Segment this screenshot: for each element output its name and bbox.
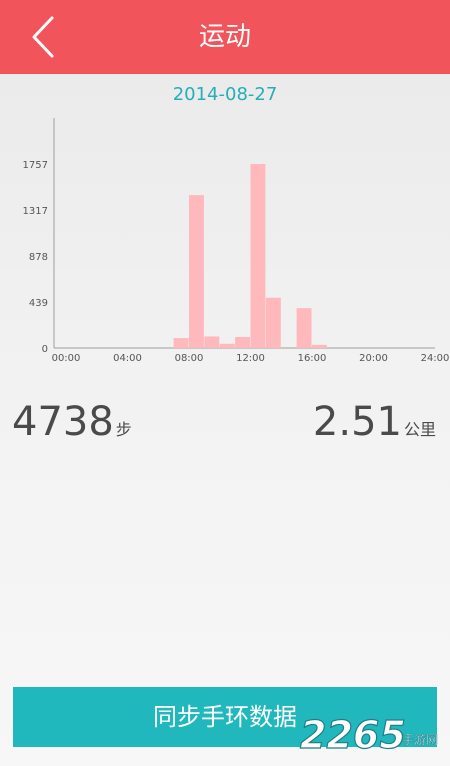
chart-bar [235, 337, 250, 348]
app-header: 运动 [0, 0, 450, 74]
watermark-subtext: 手游网 [402, 733, 438, 747]
watermark-number: 2265 [300, 713, 406, 757]
steps-stat: 4738 步 [12, 396, 132, 452]
x-tick-label: 16:00 [298, 353, 327, 364]
chart-bar [265, 297, 281, 348]
chart-bar [173, 338, 189, 348]
x-tick-label: 12:00 [236, 353, 265, 364]
x-tick-label: 00:00 [52, 353, 81, 364]
site-watermark-logo: 2265 手游网 [299, 712, 438, 757]
steps-value: 4738 [12, 399, 114, 445]
chart-bar [189, 195, 204, 348]
distance-value: 2.51 [312, 399, 402, 445]
page-title: 运动 [198, 22, 251, 52]
y-tick-label: 1317 [23, 206, 48, 217]
x-tick-label: 24:00 [421, 353, 450, 364]
chart-bar [219, 343, 235, 348]
date-label: 2014-08-27 [172, 84, 278, 105]
y-tick-label: 878 [29, 252, 48, 263]
y-tick-label: 439 [29, 298, 48, 309]
distance-stat: 2.51 公里 [313, 396, 436, 452]
x-tick-label: 04:00 [113, 353, 142, 364]
x-tick-label: 08:00 [175, 353, 204, 364]
chart-bar [296, 308, 312, 348]
y-tick-label: 1757 [23, 160, 48, 171]
chart-bar [312, 344, 327, 348]
steps-unit: 步 [115, 420, 132, 439]
steps-bar-chart: 0 439 878 1317 1757 00:00 04:00 08:00 12:00 16:00… [23, 118, 450, 364]
y-tick-label: 0 [42, 344, 48, 355]
x-tick-label: 20:00 [359, 353, 388, 364]
distance-unit: 公里 [403, 420, 436, 439]
chart-bar [250, 164, 266, 348]
chart-bar [204, 336, 220, 348]
